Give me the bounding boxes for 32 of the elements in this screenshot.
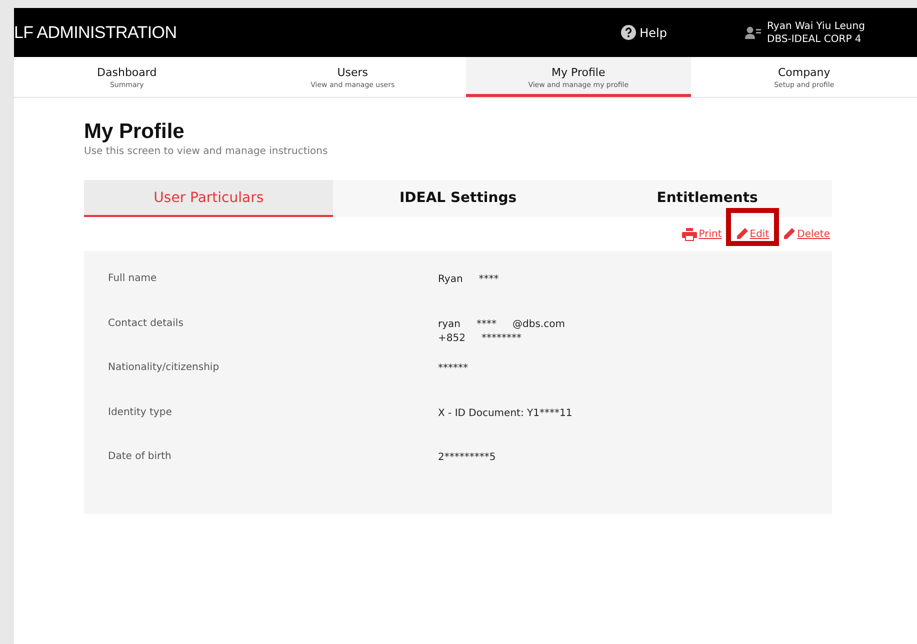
tab[interactable]: IDEAL Settings [333,180,583,217]
field-value: X - ID Document: Y1****11 [438,406,572,420]
company-name: DBS-IDEAL CORP 4 [767,32,862,46]
field-value: @dbs.com [512,318,565,332]
field-value: ****** [438,362,468,376]
tab[interactable]: User Particulars [84,180,334,217]
action-link[interactable]: Delete [781,228,832,240]
pencil-icon [783,228,796,240]
field-value: 2*********5 [438,451,496,465]
app-title: LF ADMINISTRATION [14,22,178,42]
field-value: ******** [481,332,522,346]
action-link[interactable]: Edit [734,228,772,240]
user-icon [745,26,761,39]
printer-icon [682,228,697,240]
field-value: ryan [438,318,460,332]
tab[interactable]: Entitlements [582,180,832,217]
help-icon[interactable] [620,25,636,40]
field-value: **** [476,318,496,332]
field-value: +852 [438,332,466,346]
field-value: Ryan [438,273,463,287]
field-label: Nationality/citizenship [108,362,220,375]
field-value: **** [478,273,499,287]
field-label: Identity type [108,406,173,420]
field-label: Full name [108,273,158,286]
pencil-icon [736,228,748,240]
user-name: Ryan Wai Yiu Leung [767,20,865,32]
page-subtitle: Use this screen to view and manage instructions [84,146,329,157]
page-title: My Profile [84,120,186,144]
action-link[interactable]: Print [680,228,724,240]
help-link[interactable]: Help [640,26,667,40]
field-label: Contact details [108,318,184,330]
field-label: Date of birth [108,451,172,464]
